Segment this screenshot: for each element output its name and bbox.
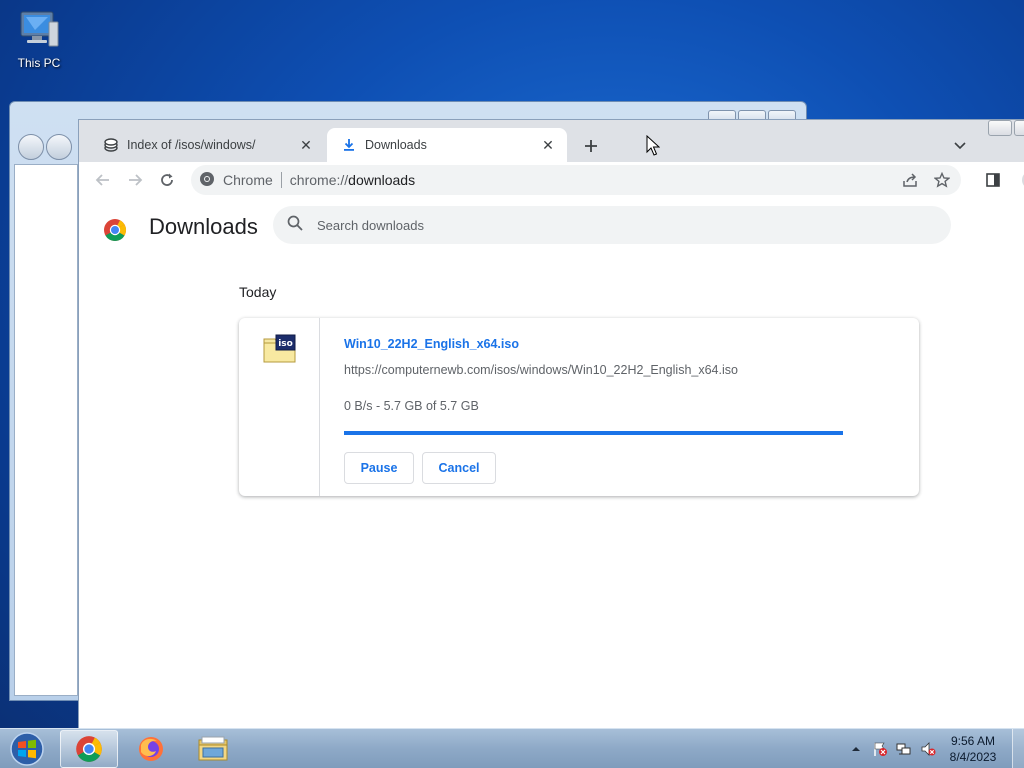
chrome-site-icon [199,171,215,190]
action-center-flag-icon[interactable] [868,737,892,761]
search-icon [287,215,303,236]
clock-time: 9:56 AM [950,734,996,748]
volume-muted-icon[interactable] [916,737,940,761]
browser-toolbar: Chrome chrome:// downloads [79,162,1024,198]
download-item: iso Win10_22H2_English_x64.iso https://c… [239,318,919,496]
chrome-window: Index of /isos/windows/ ✕ Downloads ✕ Ch… [78,119,1024,732]
search-input[interactable] [317,217,917,233]
page-icon [103,137,119,153]
date-group-heading: Today [239,284,277,300]
chrome-logo-icon [103,218,127,242]
toolbar-right-actions [977,164,1024,196]
address-bar[interactable]: Chrome chrome:// downloads [191,165,961,195]
download-progress-bar [344,431,843,435]
chrome-window-controls [986,120,1024,136]
download-source-url: https://computernewb.com/isos/windows/Wi… [344,363,738,377]
firefox-icon [139,737,163,761]
taskbar-firefox-button[interactable] [122,730,180,768]
iso-file-icon: iso [263,334,297,364]
explorer-navigation-pane [14,164,78,696]
taskbar-clock[interactable]: 9:56 AM 8/4/2023 [940,733,1006,765]
cancel-button[interactable]: Cancel [422,452,496,484]
page-title: Downloads [149,214,258,239]
folder-icon [198,736,228,761]
tab-downloads[interactable]: Downloads ✕ [327,128,567,162]
close-tab-icon[interactable]: ✕ [297,136,315,154]
desktop-icon-label: This PC [17,56,61,70]
taskbar: 9:56 AM 8/4/2023 [0,728,1024,768]
forward-button[interactable] [119,164,151,196]
close-tab-icon[interactable]: ✕ [539,136,557,154]
site-label: Chrome [223,172,273,188]
url-scheme: chrome:// [289,172,349,188]
back-button[interactable] [87,164,119,196]
bookmark-star-icon[interactable] [929,167,955,193]
url-path: downloads [348,172,416,188]
network-icon[interactable] [892,737,916,761]
taskbar-chrome-button[interactable] [60,730,118,768]
show-hidden-icons-icon[interactable] [844,737,868,761]
mouse-cursor-icon [646,134,661,157]
taskbar-file-explorer-button[interactable] [184,730,242,768]
start-button[interactable] [4,731,50,767]
tab-title: Index of /isos/windows/ [127,138,256,152]
profile-icon[interactable] [1015,164,1024,196]
download-status-text: 0 B/s - 5.7 GB of 5.7 GB [344,399,479,413]
iso-icon-text: iso [278,339,293,349]
explorer-nav-buttons [18,134,72,160]
system-tray: 9:56 AM 8/4/2023 [844,729,1024,768]
reload-button[interactable] [151,164,183,196]
download-progress-fill [344,431,843,435]
forward-circle-button[interactable] [46,134,72,160]
minimize-button[interactable] [988,120,1012,136]
tab-strip: Index of /isos/windows/ ✕ Downloads ✕ [79,120,1024,162]
pause-button[interactable]: Pause [344,452,414,484]
address-separator [280,172,282,188]
show-desktop-button[interactable] [1012,729,1024,768]
side-panel-icon[interactable] [977,164,1009,196]
download-file-name-link[interactable]: Win10_22H2_English_x64.iso [344,337,519,351]
desktop-icon-this-pc[interactable]: This PC [10,8,68,70]
address-bar-actions [897,165,955,195]
download-icon [341,137,357,153]
search-downloads-box[interactable] [273,206,951,244]
downloads-page: Downloads Today iso Win10_22H2_English [79,198,1024,732]
maximize-button[interactable] [1014,120,1024,136]
chrome-icon [76,736,102,762]
clock-date: 8/4/2023 [949,750,997,764]
back-circle-button[interactable] [18,134,44,160]
tab-title: Downloads [365,138,427,152]
tab-search-chevron-icon[interactable] [948,134,972,158]
new-tab-button[interactable] [579,134,603,158]
tab-index-of-isos[interactable]: Index of /isos/windows/ ✕ [85,128,325,162]
download-icon-column: iso [239,318,320,496]
share-icon[interactable] [897,167,923,193]
computer-icon [17,8,61,52]
